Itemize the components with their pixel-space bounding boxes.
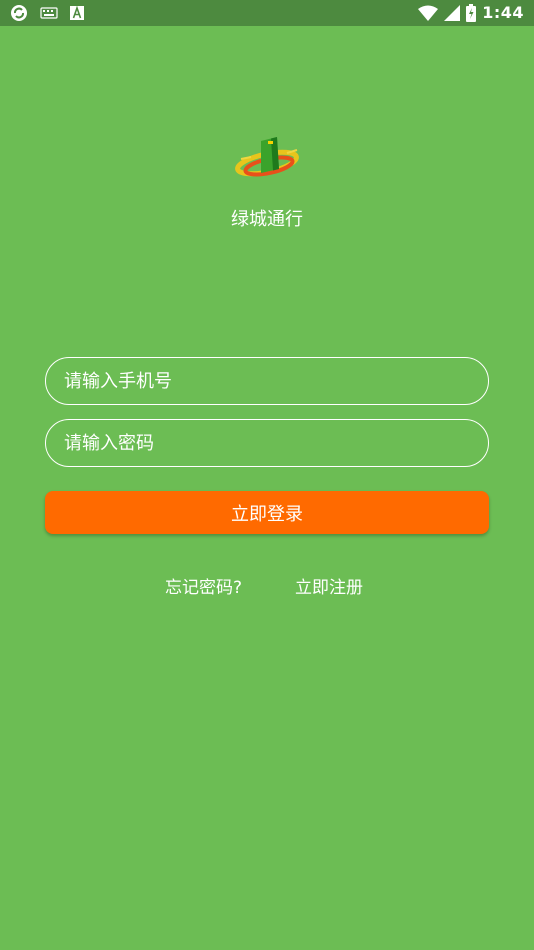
status-bar-right: 1:44 — [418, 3, 524, 22]
login-button[interactable]: 立即登录 — [45, 491, 489, 534]
battery-icon — [466, 3, 477, 22]
status-bar: 1:44 — [0, 0, 534, 26]
app-logo-icon — [235, 137, 299, 177]
text-a-icon — [70, 5, 84, 20]
status-time: 1:44 — [482, 3, 524, 22]
app-name: 绿城通行 — [231, 209, 303, 230]
phone-input[interactable] — [45, 357, 489, 405]
forgot-password-link[interactable]: 忘记密码? — [165, 573, 242, 598]
password-input[interactable] — [45, 419, 489, 467]
sync-icon — [11, 5, 27, 21]
register-link[interactable]: 立即注册 — [295, 573, 363, 598]
wifi-icon — [418, 5, 439, 21]
status-bar-left — [10, 4, 84, 22]
signal-icon — [444, 4, 461, 21]
keyboard-icon — [40, 7, 58, 19]
